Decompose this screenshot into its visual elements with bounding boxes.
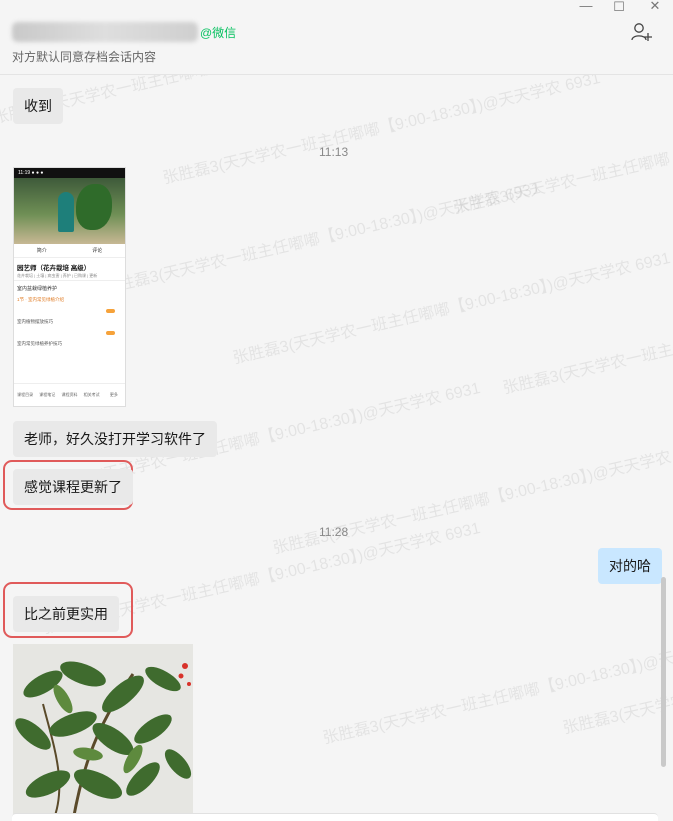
wechat-tag: @微信	[200, 26, 237, 40]
message-bubble[interactable]: 老师，好久没打开学习软件了	[13, 421, 217, 457]
watermark: 张胜磊3(天天学农一班主任嘟嘟【9:00-18:30】)@天天学农 6931	[231, 249, 673, 368]
message-bubble[interactable]: 比之前更实用	[13, 596, 119, 632]
phone-statusbar: 11:19 ● ● ●	[14, 168, 125, 178]
plant-photo	[13, 644, 193, 821]
phone-row: 室内常见绿植养护技巧	[17, 341, 62, 346]
phone-row: 1节 · 室内常见绿植介绍	[14, 294, 125, 316]
phone-bottom-bar: 课程目录 课程笔记 课程资料 相关考试 更多	[14, 383, 125, 406]
watermark: 张胜磊3(天天学农一班主任嘟嘟【9:00-18:30】)@天天学农 6931	[271, 439, 673, 558]
watermark: 张胜磊3(天天学农一班主任嘟嘟【9:00-18:30】)@天天学农 6931	[321, 630, 673, 748]
phone-row: 室内植物摆放技巧	[14, 316, 125, 338]
phone-tab: 评论	[92, 248, 103, 254]
image-message-phone-screenshot[interactable]: 11:19 ● ● ● 简介 评论 园艺师（花卉栽培 高级） 花卉栽培 | 土壤…	[13, 167, 126, 407]
watermark: 张胜磊3(天天学农一班主任嘟嘟【9:00-18:30】)@天天学农 6931	[101, 179, 543, 298]
message-bubble[interactable]: 感觉课程更新了	[13, 469, 133, 505]
message-input-box[interactable]	[12, 813, 658, 821]
phone-tab: 简介	[36, 248, 47, 254]
phone-course-title: 园艺师（花卉栽培 高级）	[17, 265, 91, 272]
watermark: 张胜磊3(天天学农一班主任嘟嘟【9:00-18:30】)@天天学农 6931	[451, 100, 673, 218]
phone-course-meta: 花卉栽培 | 土壤 | 病虫害 | 养护 | 已购课 | 更新	[17, 273, 98, 278]
timestamp: 11:13	[319, 145, 349, 159]
message-bubble[interactable]: 收到	[13, 88, 63, 124]
message-bubble-mine[interactable]: 对的哈	[598, 548, 662, 584]
add-user-icon[interactable]	[631, 22, 653, 42]
timestamp: 11:28	[319, 525, 349, 539]
archive-consent-note: 对方默认同意存档会话内容	[12, 50, 157, 64]
minimize-button[interactable]: —	[577, 0, 595, 13]
message-list[interactable]: 张胜磊3(天天学农一班主任嘟嘟【9:00-18:30】)@天天学农 6931 张…	[0, 75, 673, 821]
watermark: 张胜磊3(天天学农一班主任嘟嘟【9:00-18:30】)@天天学农 6931	[561, 620, 673, 738]
watermark: 张胜磊3(天天学农一班主任嘟嘟【9:00-18:30】)@天天学农 6931	[0, 75, 432, 128]
close-button[interactable]: ✕	[646, 0, 664, 14]
course-cover-image	[14, 178, 125, 244]
watermark: 张胜磊3(天天学农一班主任嘟嘟【9:00-18:30】)@天天学农 6931	[161, 75, 603, 188]
watermark: 张胜磊3(天天学农一班主任嘟嘟【9:00-18:30】)@天天学农 6931	[501, 280, 673, 398]
phone-tabs: 简介 评论	[14, 244, 125, 258]
contact-name-blurred[interactable]	[12, 22, 198, 42]
phone-section: 室内盆栽绿植养护	[14, 280, 125, 294]
chat-header: @微信 对方默认同意存档会话内容 — ☐ ✕	[0, 0, 673, 75]
maximize-button[interactable]: ☐	[610, 0, 628, 15]
image-message-plant-photo[interactable]	[13, 644, 193, 821]
scrollbar-thumb[interactable]	[661, 577, 666, 767]
